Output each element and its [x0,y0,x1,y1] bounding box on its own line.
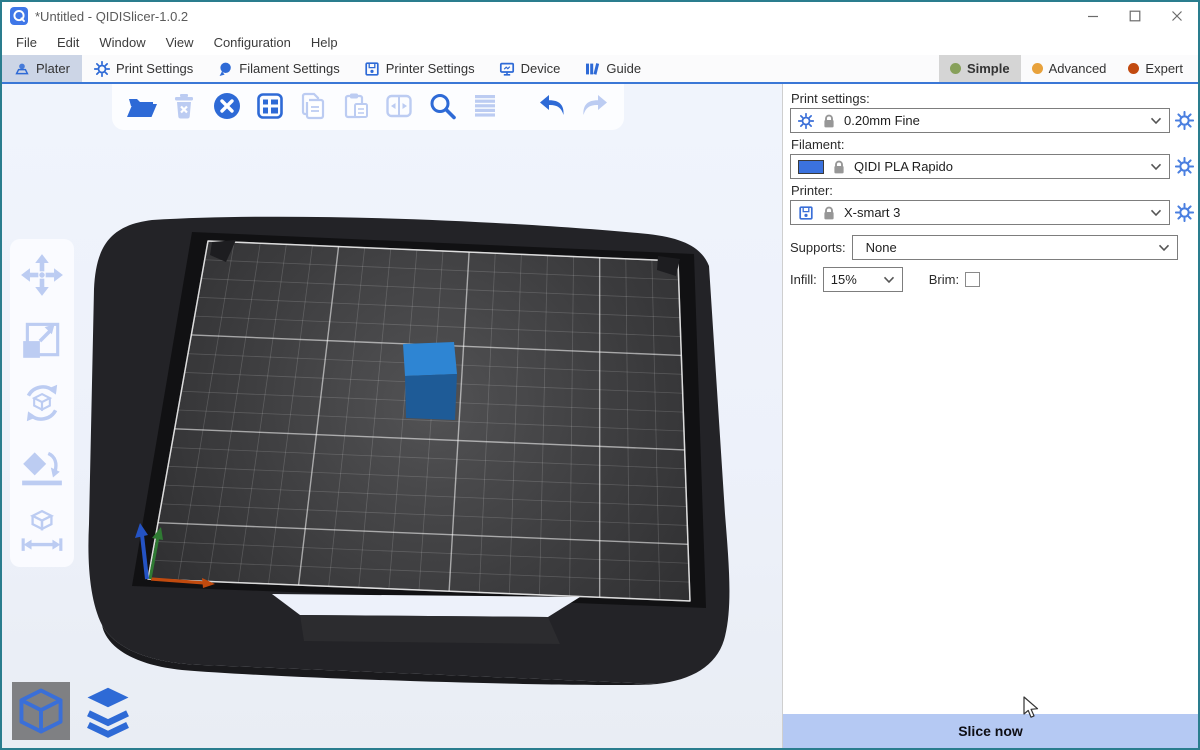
filament-dropdown[interactable]: QIDI PLA Rapido [790,154,1170,179]
menu-configuration[interactable]: Configuration [204,32,301,53]
brim-label: Brim: [929,272,959,287]
infill-dropdown[interactable]: 15% [823,267,903,292]
chevron-down-icon [1150,209,1162,217]
menu-window[interactable]: Window [89,32,155,53]
simple-mode-dot-icon [950,63,961,74]
title-bar: *Untitled - QIDISlicer-1.0.2 [2,2,1198,30]
preview-layers-view-button[interactable] [79,682,137,740]
gear-icon [798,113,814,129]
app-window: *Untitled - QIDISlicer-1.0.2 File Edit W… [0,0,1200,750]
mode-simple[interactable]: Simple [939,55,1021,82]
guide-books-icon [584,61,600,77]
place-on-face-tool-button[interactable] [18,443,66,491]
printer-label: Printer: [791,183,1190,198]
minimize-button[interactable] [1072,2,1114,30]
redo-button[interactable] [578,89,612,123]
plater-icon [14,61,30,77]
plater-toolbar [112,84,624,130]
move-tool-button[interactable] [18,251,66,299]
filament-color-swatch [798,160,824,174]
split-button[interactable] [382,89,416,123]
supports-dropdown[interactable]: None [852,235,1178,260]
print-settings-gear-icon [94,61,110,77]
filament-value: QIDI PLA Rapido [854,159,953,174]
filament-icon [217,61,233,77]
rotate-tool-button[interactable] [18,379,66,427]
infill-label: Infill: [790,272,817,287]
arrange-button[interactable] [253,89,287,123]
settings-sidebar: Print settings: 0.20mm Fine Filament: QI… [782,84,1198,748]
edit-filament-button[interactable] [1175,157,1194,176]
3d-editor-view-button[interactable] [12,682,70,740]
menu-help[interactable]: Help [301,32,348,53]
expert-mode-dot-icon [1128,63,1139,74]
gizmo-toolbar [10,239,74,567]
close-button[interactable] [1156,2,1198,30]
filament-label: Filament: [791,137,1190,152]
window-title: *Untitled - QIDISlicer-1.0.2 [35,9,1072,24]
chevron-down-icon [1158,244,1170,252]
advanced-mode-dot-icon [1032,63,1043,74]
build-plate[interactable] [148,241,690,601]
delete-button[interactable] [167,89,201,123]
brim-checkbox[interactable] [965,272,980,287]
mode-selector: Simple Advanced Expert [939,55,1198,82]
tab-plater[interactable]: Plater [2,55,82,82]
edit-print-settings-button[interactable] [1175,111,1194,130]
edit-printer-button[interactable] [1175,203,1194,222]
3d-viewport[interactable] [2,84,782,748]
copy-button[interactable] [296,89,330,123]
mode-advanced[interactable]: Advanced [1021,55,1118,82]
lock-icon [831,159,847,175]
maximize-button[interactable] [1114,2,1156,30]
print-settings-label: Print settings: [791,91,1190,106]
print-settings-value: 0.20mm Fine [844,113,920,128]
menu-view[interactable]: View [156,32,204,53]
cube-3d-view-icon [14,684,68,738]
chevron-down-icon [1150,117,1162,125]
lock-icon [821,205,837,221]
search-button[interactable] [425,89,459,123]
variable-layer-height-button[interactable] [468,89,502,123]
supports-label: Supports: [790,240,846,255]
menu-bar: File Edit Window View Configuration Help [2,30,1198,55]
chevron-down-icon [1150,163,1162,171]
printer-icon [364,61,380,77]
paste-button[interactable] [339,89,373,123]
delete-all-button[interactable] [210,89,244,123]
tab-filament-settings[interactable]: Filament Settings [205,55,351,82]
lock-icon [821,113,837,129]
mode-expert[interactable]: Expert [1117,55,1194,82]
tab-guide[interactable]: Guide [572,55,653,82]
mouse-cursor [1022,696,1040,720]
model-cube[interactable] [403,342,457,420]
measure-tool-button[interactable] [18,507,66,555]
slice-now-button[interactable]: Slice now [783,714,1198,748]
scale-tool-button[interactable] [18,315,66,363]
app-logo-icon [10,7,28,25]
supports-value: None [860,240,897,255]
tab-printer-settings[interactable]: Printer Settings [352,55,487,82]
tab-bar: Plater Print Settings Filament Settings … [2,55,1198,84]
tab-print-settings[interactable]: Print Settings [82,55,205,82]
layers-preview-icon [81,684,135,738]
printer-icon [798,205,814,221]
tab-device[interactable]: Device [487,55,573,82]
chevron-down-icon [883,276,895,284]
print-settings-dropdown[interactable]: 0.20mm Fine [790,108,1170,133]
menu-edit[interactable]: Edit [47,32,89,53]
menu-file[interactable]: File [6,32,47,53]
printer-value: X-smart 3 [844,205,900,220]
printer-dropdown[interactable]: X-smart 3 [790,200,1170,225]
open-file-button[interactable] [124,89,158,123]
device-monitor-icon [499,61,515,77]
undo-button[interactable] [535,89,569,123]
infill-value: 15% [831,272,857,287]
view-mode-toggles [12,682,137,740]
